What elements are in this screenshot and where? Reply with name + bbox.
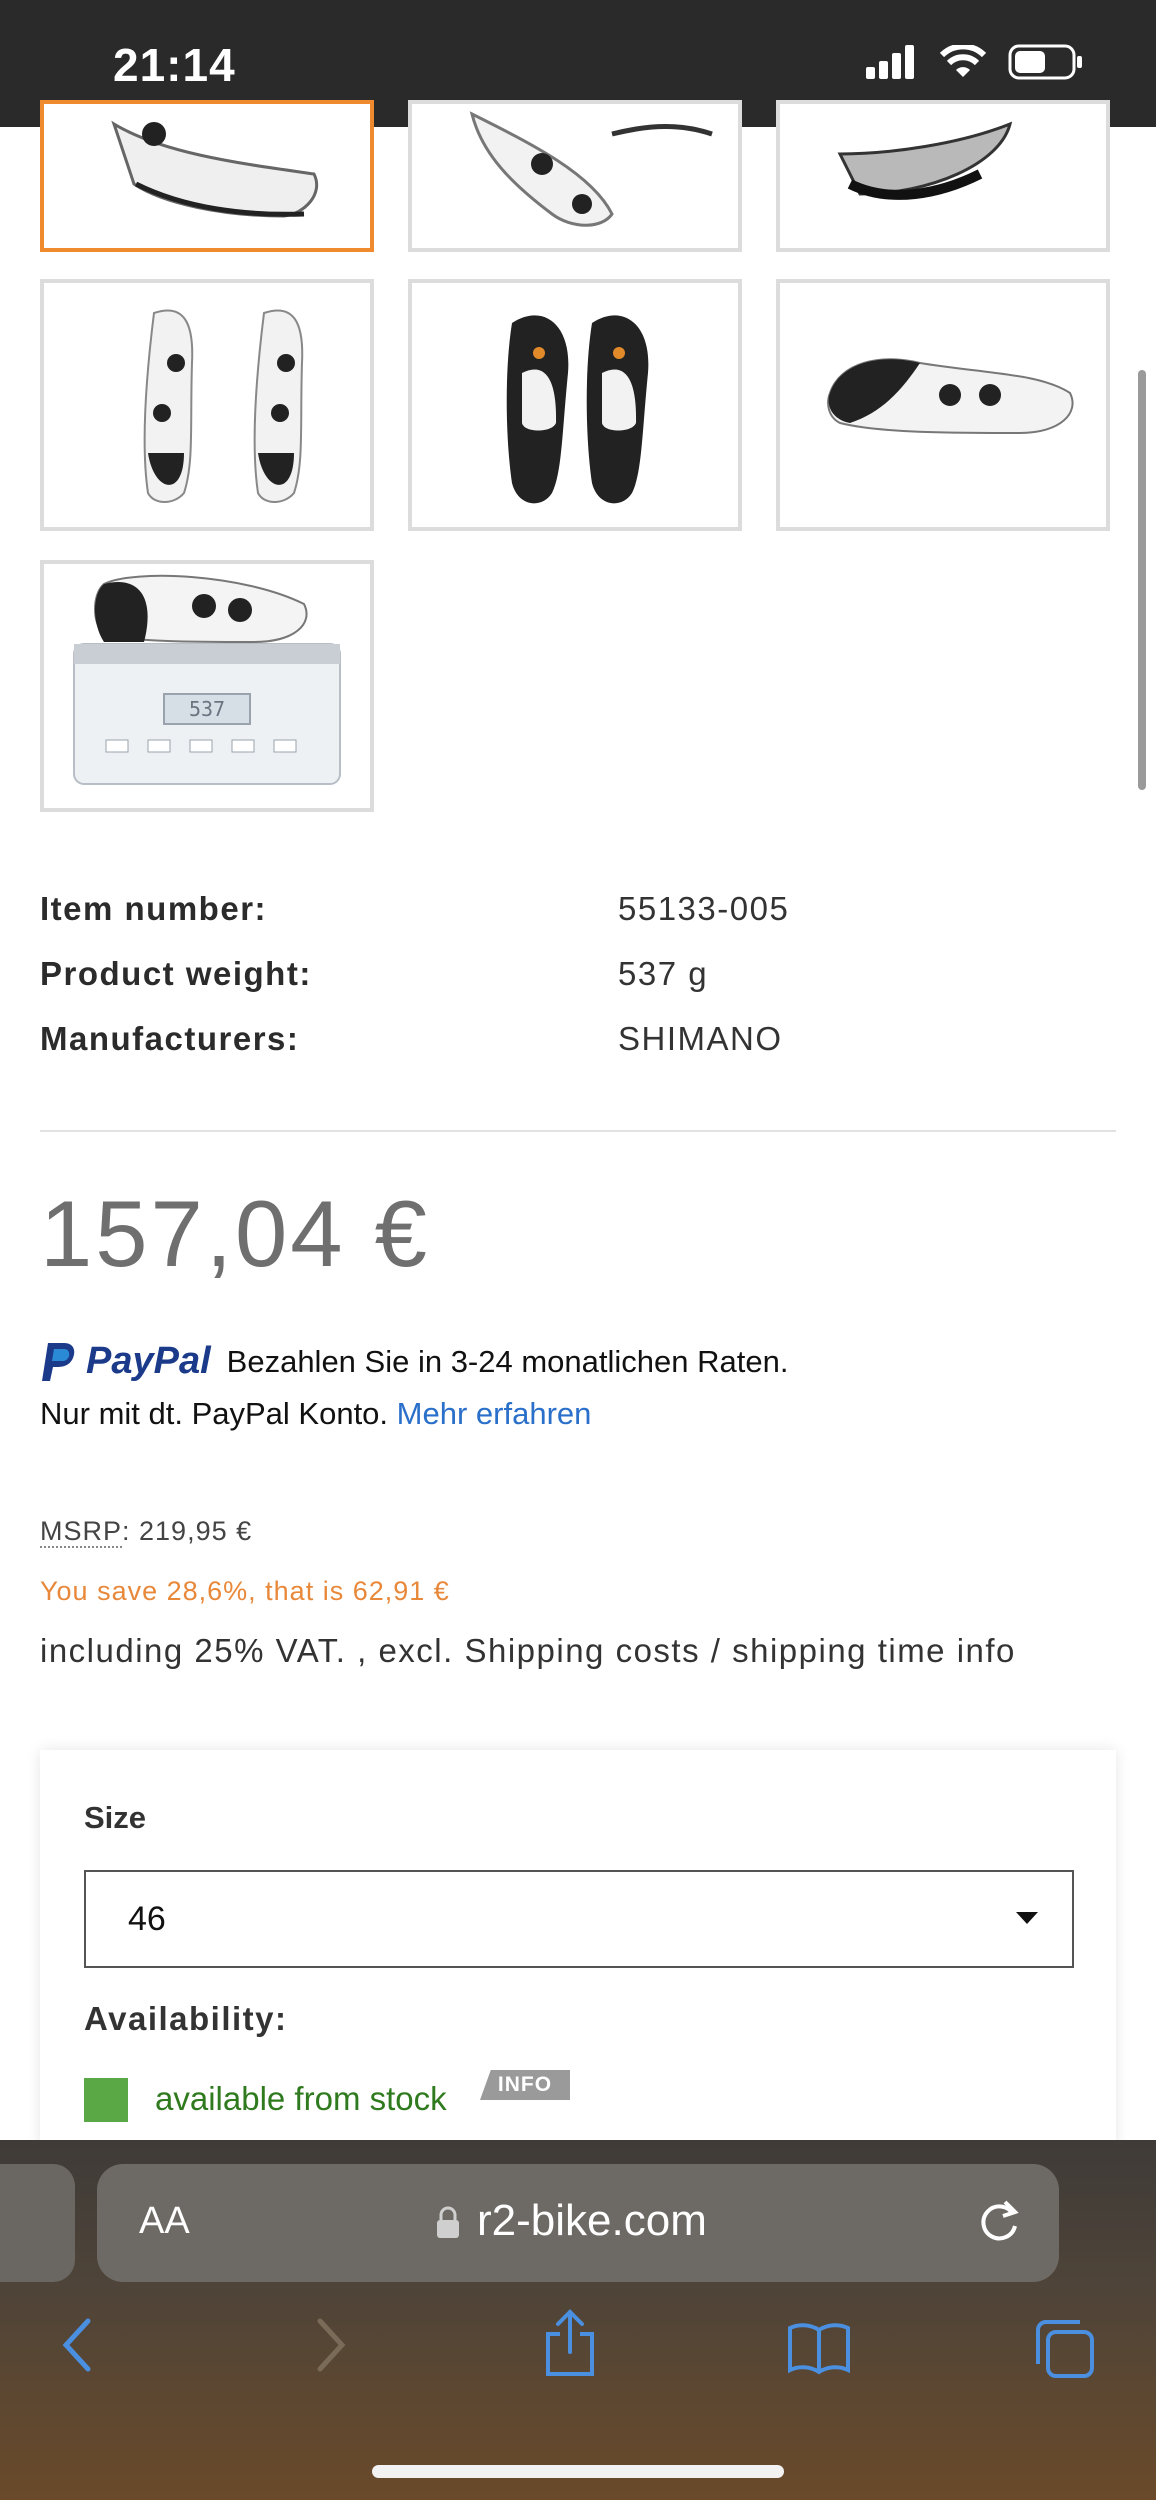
item-number-value: 55133-005 xyxy=(618,890,790,927)
battery-icon xyxy=(1008,44,1082,80)
availability-text: available from stock xyxy=(155,2080,447,2117)
back-icon[interactable] xyxy=(58,2315,98,2375)
paypal-note-text: Nur mit dt. PayPal Konto. xyxy=(40,1396,389,1431)
tabs-icon[interactable] xyxy=(1032,2318,1096,2380)
paypal-logo-text: PayPal xyxy=(86,1340,211,1382)
wifi-icon xyxy=(940,45,986,77)
lock-icon xyxy=(437,2206,459,2238)
scale-readout: 537 xyxy=(189,697,225,721)
manufacturer-label: Manufacturers: xyxy=(40,1020,300,1057)
paypal-installments: PayPal Bezahlen Sie in 3-24 monatlichen … xyxy=(40,1340,788,1383)
divider xyxy=(40,1130,1116,1132)
size-select[interactable]: 46 xyxy=(84,1870,1074,1968)
size-label: Size xyxy=(84,1800,147,1835)
product-options-card: Size 46 Availability: available from sto… xyxy=(40,1750,1116,2150)
browser-toolbar: AA r2-bike.com xyxy=(0,2140,1156,2500)
status-time: 21:14 xyxy=(113,39,236,91)
weight-label: Product weight: xyxy=(40,955,312,992)
availability-label: Availability: xyxy=(84,2000,288,2037)
paypal-installment-text: Bezahlen Sie in 3-24 monatlichen Raten. xyxy=(226,1343,789,1379)
weight-value: 537 g xyxy=(618,955,709,992)
address-bar[interactable]: AA r2-bike.com xyxy=(97,2164,1059,2282)
thumbnail-3[interactable] xyxy=(776,100,1110,252)
manufacturer-value: SHIMANO xyxy=(618,1020,783,1057)
chevron-down-icon xyxy=(1016,1912,1038,1924)
msrp-info: MSRP: 219,95 € xyxy=(40,1516,253,1548)
savings-text: You save 28,6%, that is 62,91 € xyxy=(40,1576,450,1606)
reader-settings-button[interactable]: AA xyxy=(139,2200,190,2243)
thumbnail-6[interactable] xyxy=(776,279,1110,531)
paypal-note: Nur mit dt. PayPal Konto. Mehr erfahren xyxy=(40,1396,591,1432)
share-icon[interactable] xyxy=(542,2308,598,2378)
paypal-learn-more-link[interactable]: Mehr erfahren xyxy=(397,1396,592,1431)
size-selected-value: 46 xyxy=(128,1900,166,1938)
forward-icon[interactable] xyxy=(310,2315,350,2375)
paypal-logo-icon xyxy=(42,1342,75,1381)
bookmarks-icon[interactable] xyxy=(786,2320,852,2376)
previous-tab-preview[interactable] xyxy=(0,2164,75,2282)
msrp-value: : 219,95 € xyxy=(122,1516,253,1546)
cellular-signal-icon xyxy=(866,45,914,79)
reload-icon[interactable] xyxy=(975,2194,1025,2248)
page-scrollbar[interactable] xyxy=(1138,370,1146,790)
thumbnail-5[interactable] xyxy=(408,279,742,531)
home-indicator[interactable] xyxy=(372,2465,784,2478)
product-price: 157,04 € xyxy=(40,1181,430,1286)
status-icons xyxy=(866,44,1084,80)
info-badge[interactable]: INFO xyxy=(480,2070,570,2100)
url-text: r2-bike.com xyxy=(477,2196,707,2245)
msrp-label: MSRP xyxy=(40,1516,123,1548)
thumbnail-2[interactable] xyxy=(408,100,742,252)
thumbnail-1[interactable] xyxy=(40,100,374,252)
thumbnail-4[interactable] xyxy=(40,279,374,531)
thumbnail-7[interactable]: 537 xyxy=(40,560,374,812)
vat-shipping-info[interactable]: including 25% VAT. , excl. Shipping cost… xyxy=(40,1632,1016,1670)
item-number-label: Item number: xyxy=(40,890,268,927)
stock-status-indicator xyxy=(84,2078,128,2122)
